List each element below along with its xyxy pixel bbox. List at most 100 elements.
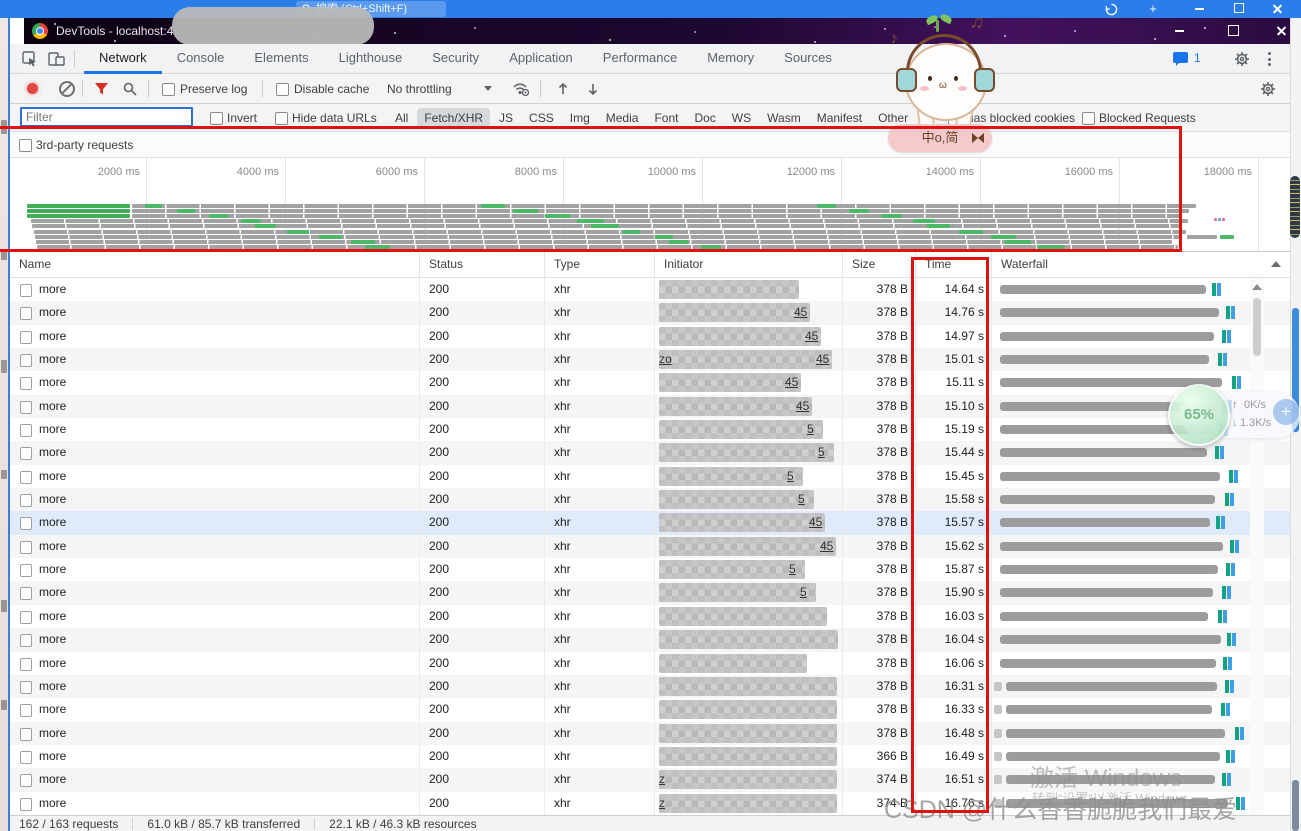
- history-icon[interactable]: [1100, 0, 1122, 18]
- request-name-cell[interactable]: more: [10, 395, 419, 418]
- chevron-down-icon[interactable]: [484, 86, 492, 91]
- request-initiator-cell[interactable]: z: [654, 792, 842, 815]
- request-name-cell[interactable]: more: [10, 535, 419, 558]
- table-row[interactable]: more200xhr45378 B15.11 s: [10, 371, 1292, 394]
- waterfall-cell[interactable]: [991, 325, 1292, 348]
- table-row[interactable]: more200xhr45378 B15.10 s: [10, 395, 1292, 418]
- tab-sources[interactable]: Sources: [769, 44, 847, 74]
- network-settings-gear-icon[interactable]: [1260, 81, 1276, 97]
- initiator-link-fragment[interactable]: 45: [820, 535, 833, 558]
- filter-type-media[interactable]: Media: [599, 108, 646, 128]
- settings-gear-icon[interactable]: [1234, 51, 1250, 67]
- request-name-cell[interactable]: more: [10, 581, 419, 604]
- page-scrollbar-thumb-bottom[interactable]: [1292, 780, 1299, 831]
- table-row[interactable]: more200xhr378 B16.48 s: [10, 722, 1292, 745]
- table-row[interactable]: more200xhr378 B16.06 s: [10, 652, 1292, 675]
- initiator-link-fragment[interactable]: 45: [796, 395, 809, 418]
- waterfall-cell[interactable]: [991, 301, 1292, 324]
- waterfall-cell[interactable]: [991, 628, 1292, 651]
- window-maximize-button[interactable]: [1220, 18, 1246, 44]
- table-row[interactable]: more200xhr378 B14.64 s: [10, 278, 1292, 301]
- request-initiator-cell[interactable]: 45: [654, 301, 842, 324]
- request-initiator-cell[interactable]: 45: [654, 325, 842, 348]
- tab-network[interactable]: Network: [84, 44, 162, 74]
- request-name-cell[interactable]: more: [10, 511, 419, 534]
- table-row[interactable]: more200xhr378 B16.31 s: [10, 675, 1292, 698]
- initiator-link-fragment[interactable]: 45: [794, 301, 807, 324]
- initiator-link-fragment[interactable]: 5: [800, 581, 807, 604]
- network-conditions-icon[interactable]: [512, 81, 530, 97]
- initiator-link-fragment[interactable]: z: [659, 768, 665, 791]
- initiator-link-fragment[interactable]: z: [659, 792, 665, 815]
- clear-button[interactable]: [59, 81, 75, 97]
- export-har-icon[interactable]: [586, 81, 600, 97]
- request-initiator-cell[interactable]: [654, 652, 842, 675]
- column-header-status[interactable]: Status: [419, 252, 544, 277]
- request-initiator-cell[interactable]: 45: [654, 395, 842, 418]
- request-initiator-cell[interactable]: [654, 278, 842, 301]
- table-row[interactable]: more200xhr45378 B15.62 s: [10, 535, 1292, 558]
- request-initiator-cell[interactable]: zo45: [654, 348, 842, 371]
- waterfall-cell[interactable]: [991, 652, 1292, 675]
- request-name-cell[interactable]: more: [10, 418, 419, 441]
- table-row[interactable]: more200xhr5378 B15.90 s: [10, 581, 1292, 604]
- request-initiator-cell[interactable]: [654, 605, 842, 628]
- search-icon[interactable]: [123, 82, 137, 96]
- filter-input[interactable]: [20, 107, 193, 127]
- request-name-cell[interactable]: more: [10, 605, 419, 628]
- filter-type-ws[interactable]: WS: [725, 108, 758, 128]
- disable-cache-checkbox[interactable]: [276, 83, 289, 96]
- request-name-cell[interactable]: more: [10, 745, 419, 768]
- request-initiator-cell[interactable]: 45: [654, 371, 842, 394]
- request-name-cell[interactable]: more: [10, 628, 419, 651]
- initiator-link-fragment[interactable]: 5: [798, 488, 805, 511]
- waterfall-cell[interactable]: [991, 535, 1292, 558]
- speed-percent-circle[interactable]: 65%: [1168, 384, 1230, 446]
- table-row[interactable]: more200xhr45378 B15.57 s: [10, 511, 1292, 534]
- waterfall-cell[interactable]: [991, 605, 1292, 628]
- filter-type-img[interactable]: Img: [563, 108, 597, 128]
- table-row[interactable]: more200xhr45378 B14.97 s: [10, 325, 1292, 348]
- devtools-titlebar[interactable]: DevTools - localhost:4: [24, 18, 1292, 44]
- waterfall-cell[interactable]: [991, 675, 1292, 698]
- request-initiator-cell[interactable]: 45: [654, 535, 842, 558]
- waterfall-cell[interactable]: [991, 465, 1292, 488]
- request-name-cell[interactable]: more: [10, 792, 419, 815]
- waterfall-cell[interactable]: [991, 511, 1292, 534]
- request-name-cell[interactable]: more: [10, 348, 419, 371]
- filter-type-css[interactable]: CSS: [522, 108, 561, 128]
- initiator-link-fragment[interactable]: 5: [789, 558, 796, 581]
- request-initiator-cell[interactable]: 5: [654, 418, 842, 441]
- filter-type-other[interactable]: Other: [871, 108, 915, 128]
- request-name-cell[interactable]: more: [10, 768, 419, 791]
- overview-timeline[interactable]: 2000 ms4000 ms6000 ms8000 ms10000 ms1200…: [10, 158, 1292, 252]
- initiator-link-fragment[interactable]: 5: [787, 465, 794, 488]
- column-header-name[interactable]: Name: [10, 252, 419, 277]
- request-name-cell[interactable]: more: [10, 301, 419, 324]
- scroll-up-arrow[interactable]: [1252, 284, 1262, 290]
- tab-console[interactable]: Console: [162, 44, 240, 74]
- request-name-cell[interactable]: more: [10, 558, 419, 581]
- request-name-cell[interactable]: more: [10, 722, 419, 745]
- request-initiator-cell[interactable]: 5: [654, 558, 842, 581]
- request-name-cell[interactable]: more: [10, 371, 419, 394]
- sort-ascending-icon[interactable]: [1271, 261, 1281, 267]
- request-initiator-cell[interactable]: 5: [654, 441, 842, 464]
- initiator-link-fragment[interactable]: 45: [805, 325, 818, 348]
- waterfall-cell[interactable]: [991, 558, 1292, 581]
- tab-elements[interactable]: Elements: [239, 44, 323, 74]
- tab-security[interactable]: Security: [417, 44, 494, 74]
- request-initiator-cell[interactable]: 5: [654, 581, 842, 604]
- filter-funnel-icon[interactable]: [94, 82, 109, 96]
- column-header-waterfall[interactable]: Waterfall: [991, 252, 1292, 277]
- waterfall-cell[interactable]: [991, 581, 1292, 604]
- initiator-link-fragment[interactable]: 5: [818, 441, 825, 464]
- has-blocked-cookies-checkbox[interactable]: [948, 112, 961, 125]
- request-name-cell[interactable]: more: [10, 652, 419, 675]
- table-row[interactable]: more200xhr378 B16.04 s: [10, 628, 1292, 651]
- table-row[interactable]: more200xhr5378 B15.58 s: [10, 488, 1292, 511]
- column-header-initiator[interactable]: Initiator: [654, 252, 842, 277]
- waterfall-cell[interactable]: [991, 278, 1292, 301]
- table-row[interactable]: more200xhr5378 B15.87 s: [10, 558, 1292, 581]
- request-initiator-cell[interactable]: 5: [654, 465, 842, 488]
